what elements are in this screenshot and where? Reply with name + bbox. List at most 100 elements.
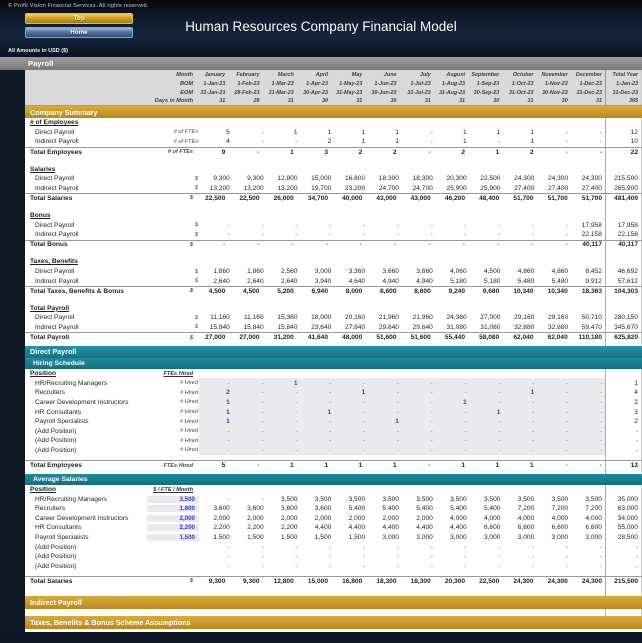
input-cell[interactable]: -: [537, 436, 572, 446]
input-cell[interactable]: 1: [435, 397, 470, 408]
input-cell[interactable]: -: [232, 445, 267, 456]
input-cell[interactable]: -: [334, 378, 369, 389]
input-cell[interactable]: -: [435, 388, 470, 398]
input-cell-rate[interactable]: 1,800: [147, 505, 199, 513]
input-cell[interactable]: -: [300, 378, 335, 389]
input-cell[interactable]: -: [571, 378, 605, 389]
input-cell[interactable]: -: [368, 407, 402, 417]
input-cell-rate[interactable]: 3,500: [147, 495, 199, 503]
input-cell[interactable]: -: [266, 416, 301, 427]
input-cell[interactable]: -: [401, 388, 436, 398]
input-cell[interactable]: -: [571, 416, 605, 427]
input-cell[interactable]: -: [232, 407, 267, 417]
input-cell[interactable]: -: [300, 436, 335, 446]
input-cell[interactable]: -: [435, 416, 470, 427]
input-cell[interactable]: -: [435, 426, 470, 437]
input-cell[interactable]: -: [537, 388, 572, 398]
input-cell[interactable]: 1: [199, 416, 233, 427]
input-cell[interactable]: -: [537, 397, 572, 408]
input-cell[interactable]: -: [232, 397, 267, 408]
input-cell[interactable]: 1: [300, 407, 335, 417]
input-cell[interactable]: -: [537, 378, 572, 389]
input-cell[interactable]: -: [334, 397, 369, 408]
input-cell[interactable]: -: [300, 397, 335, 408]
input-cell[interactable]: -: [503, 407, 538, 417]
input-cell[interactable]: 1: [199, 397, 233, 408]
input-cell[interactable]: -: [469, 426, 504, 437]
input-cell[interactable]: -: [537, 407, 572, 417]
input-cell[interactable]: -: [503, 445, 538, 456]
input-cell[interactable]: -: [266, 407, 301, 417]
input-cell[interactable]: 1: [469, 407, 504, 417]
input-cell[interactable]: -: [401, 445, 436, 456]
input-cell[interactable]: 1: [199, 407, 233, 417]
input-cell[interactable]: -: [571, 397, 605, 408]
input-cell[interactable]: -: [199, 445, 233, 456]
input-cell[interactable]: -: [300, 388, 335, 398]
input-cell-rate[interactable]: 2,000: [147, 514, 199, 522]
input-cell[interactable]: -: [232, 436, 267, 446]
input-cell[interactable]: -: [199, 436, 233, 446]
input-cell[interactable]: -: [401, 397, 436, 408]
section-indirect-payroll[interactable]: Indirect Payroll: [25, 595, 642, 609]
input-cell[interactable]: -: [401, 436, 436, 446]
input-cell[interactable]: -: [401, 407, 436, 417]
input-cell[interactable]: -: [571, 445, 605, 456]
input-cell[interactable]: -: [368, 397, 402, 408]
input-cell-rate[interactable]: 1,500: [147, 534, 199, 542]
input-cell[interactable]: -: [537, 416, 572, 427]
input-cell[interactable]: -: [368, 426, 402, 437]
input-cell[interactable]: -: [435, 445, 470, 456]
input-cell[interactable]: -: [300, 416, 335, 427]
input-cell[interactable]: -: [334, 407, 369, 417]
input-cell[interactable]: -: [571, 407, 605, 417]
input-cell[interactable]: -: [334, 436, 369, 446]
input-cell[interactable]: -: [368, 436, 402, 446]
input-cell[interactable]: -: [199, 378, 233, 389]
input-cell[interactable]: -: [503, 426, 538, 437]
input-cell[interactable]: -: [401, 416, 436, 427]
input-cell[interactable]: -: [469, 416, 504, 427]
input-cell[interactable]: -: [266, 436, 301, 446]
input-cell[interactable]: -: [469, 378, 504, 389]
input-cell[interactable]: 1: [334, 388, 369, 398]
input-cell[interactable]: -: [537, 445, 572, 456]
input-cell[interactable]: -: [199, 426, 233, 437]
section-taxes-benefits-bonus[interactable]: Taxes, Benefits & Bonus Scheme Assumptio…: [25, 615, 642, 629]
input-cell[interactable]: -: [401, 426, 436, 437]
input-cell[interactable]: -: [232, 388, 267, 398]
input-cell[interactable]: -: [266, 397, 301, 408]
input-cell[interactable]: -: [368, 445, 402, 456]
input-cell[interactable]: -: [503, 416, 538, 427]
input-cell[interactable]: -: [469, 397, 504, 408]
input-cell[interactable]: -: [435, 436, 470, 446]
input-cell[interactable]: -: [368, 378, 402, 389]
input-cell[interactable]: -: [435, 378, 470, 389]
input-cell[interactable]: -: [368, 388, 402, 398]
input-cell[interactable]: -: [503, 378, 538, 389]
input-cell[interactable]: -: [266, 445, 301, 456]
input-cell[interactable]: -: [334, 416, 369, 427]
input-cell[interactable]: -: [300, 445, 335, 456]
input-cell[interactable]: -: [300, 426, 335, 437]
input-cell[interactable]: -: [266, 388, 301, 398]
input-cell[interactable]: -: [334, 445, 369, 456]
input-cell[interactable]: -: [435, 407, 470, 417]
input-cell[interactable]: 1: [503, 388, 538, 398]
input-cell[interactable]: -: [503, 436, 538, 446]
input-cell[interactable]: -: [232, 426, 267, 437]
input-cell[interactable]: -: [469, 445, 504, 456]
input-cell[interactable]: -: [232, 416, 267, 427]
input-cell[interactable]: -: [232, 378, 267, 389]
input-cell[interactable]: -: [469, 388, 504, 398]
input-cell[interactable]: -: [334, 426, 369, 437]
input-cell[interactable]: -: [571, 388, 605, 398]
input-cell[interactable]: 1: [266, 378, 301, 389]
input-cell[interactable]: -: [469, 436, 504, 446]
input-cell[interactable]: -: [571, 436, 605, 446]
input-cell[interactable]: 1: [368, 416, 402, 427]
input-cell[interactable]: -: [537, 426, 572, 437]
input-cell[interactable]: -: [401, 378, 436, 389]
input-cell[interactable]: 2: [199, 388, 233, 398]
input-cell[interactable]: -: [571, 426, 605, 437]
